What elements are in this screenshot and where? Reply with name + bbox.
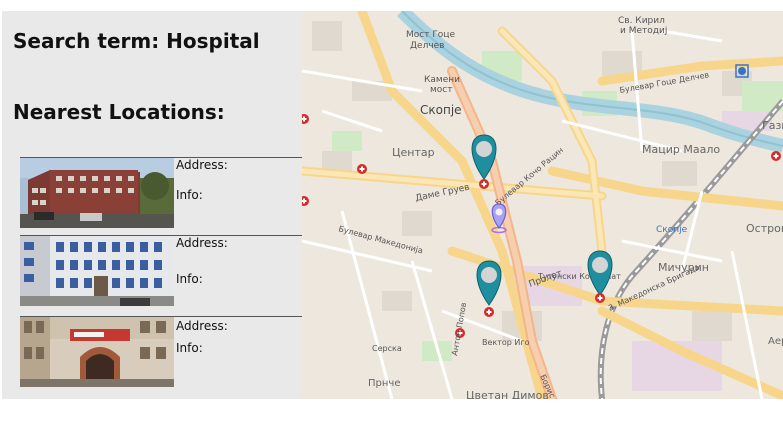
map-label: Скопје (420, 103, 462, 117)
map-view[interactable]: Мост Гоце Делчев Камени мост Св. Кирил и… (302, 11, 783, 399)
search-term-title: Search term: Hospital (13, 29, 260, 53)
address-label: Address: (176, 158, 228, 172)
nearest-locations-heading: Nearest Locations: (13, 100, 225, 124)
map-label: Центар (392, 146, 435, 159)
map-label: Делчев (410, 41, 444, 51)
info-label: Info: (176, 188, 203, 202)
map-label: Св. Кирил (618, 16, 665, 26)
map-label: Острово (746, 222, 783, 235)
map-label: и Методиј (620, 26, 667, 36)
address-label: Address: (176, 319, 228, 333)
hospital-photo (20, 317, 174, 387)
map-label: мост (430, 85, 453, 95)
results-panel: Search term: Hospital Nearest Locations: (2, 11, 302, 399)
list-item[interactable]: Address: Info: (20, 316, 302, 391)
address-label: Address: (176, 236, 228, 250)
map-label: Мацир Маало (642, 143, 720, 156)
map-label: Скопје (656, 225, 688, 235)
map-label: Цветан Димов (466, 389, 549, 399)
list-item[interactable]: Address: Info: (20, 157, 302, 232)
map-label: Серска (372, 344, 402, 353)
list-item[interactable]: Address: Info: (20, 235, 302, 310)
map-label: Вектор Иго (482, 338, 530, 347)
info-label: Info: (176, 341, 203, 355)
map-label: Гази Б (762, 119, 783, 132)
info-label: Info: (176, 272, 203, 286)
map-label: Аеро (768, 336, 783, 347)
top-strip (0, 0, 783, 11)
map-label: Камени (424, 75, 460, 85)
current-location-icon (491, 203, 507, 234)
map-label: Мост Гоце (406, 30, 455, 40)
map-label: Прнче (368, 378, 400, 389)
hospital-photo (20, 158, 174, 228)
hospital-photo (20, 236, 174, 306)
